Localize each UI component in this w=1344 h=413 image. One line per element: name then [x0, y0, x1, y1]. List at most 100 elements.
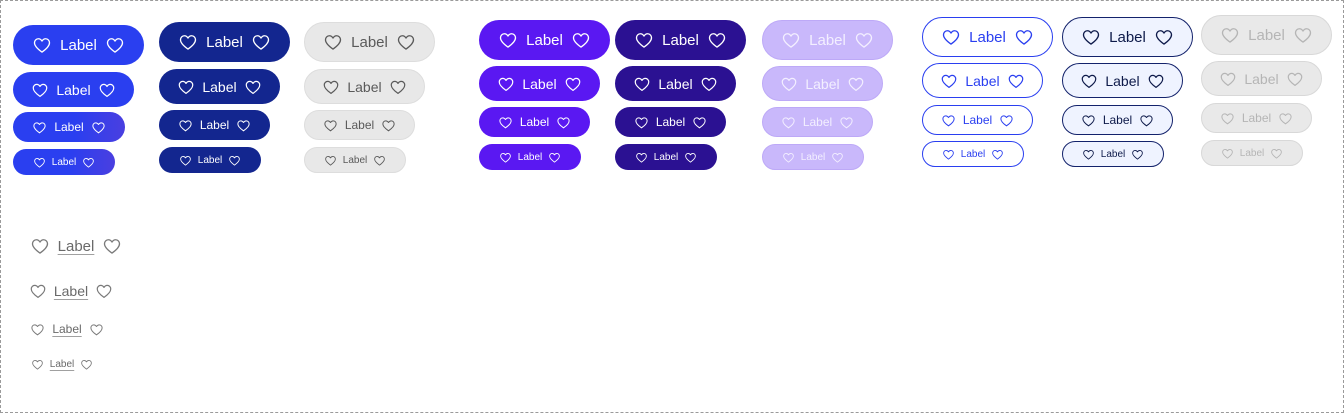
heart-icon — [322, 78, 340, 96]
secondary-grape-button-small[interactable]: Label — [615, 107, 726, 137]
heart-icon — [1221, 147, 1234, 160]
button-label: Label — [526, 31, 563, 49]
button-label: Label — [202, 78, 237, 95]
heart-icon — [32, 120, 47, 135]
heart-icon — [98, 81, 116, 99]
heart-icon — [80, 358, 93, 371]
heart-icon — [95, 282, 113, 300]
button-label: Label — [199, 118, 230, 132]
button-label: Label — [53, 282, 89, 299]
button-label: Label — [662, 31, 699, 49]
heart-icon — [178, 32, 198, 52]
outline-blue-button-medium[interactable]: Label — [922, 63, 1043, 98]
heart-icon — [692, 115, 707, 130]
heart-icon — [31, 358, 44, 371]
primary-blue-button-extra-small[interactable]: Label — [13, 149, 115, 175]
heart-icon — [854, 30, 874, 50]
heart-icon — [707, 30, 727, 50]
heart-icon — [780, 75, 798, 93]
outline-dark-button-large[interactable]: Label — [1062, 17, 1193, 57]
secondary-grape-button-large[interactable]: Label — [615, 20, 746, 60]
button-label: Label — [206, 33, 243, 51]
secondary-violet-button-extra-small[interactable]: Label — [479, 144, 581, 170]
button-variants-canvas: Label Label Label Label Label Label Labe… — [0, 0, 1344, 413]
outline-dark-button-extra-small[interactable]: Label — [1062, 141, 1164, 167]
heart-icon — [1270, 147, 1283, 160]
outline-blue-button-large[interactable]: Label — [922, 17, 1053, 57]
heart-icon — [244, 78, 262, 96]
heart-icon — [999, 113, 1014, 128]
heart-icon — [684, 151, 697, 164]
heart-icon — [633, 75, 651, 93]
heart-icon — [179, 154, 192, 167]
heart-icon — [498, 115, 513, 130]
button-label: Label — [342, 154, 368, 166]
secondary-grape-button-extra-small[interactable]: Label — [615, 144, 717, 170]
heart-icon — [1007, 72, 1025, 90]
heart-icon — [571, 30, 591, 50]
link-button-small[interactable]: Label — [28, 314, 106, 344]
heart-icon — [556, 115, 571, 130]
heart-icon — [1286, 70, 1304, 88]
heart-icon — [1147, 72, 1165, 90]
button-label: Label — [805, 75, 840, 92]
heart-icon — [32, 35, 52, 55]
heart-icon — [91, 120, 106, 135]
button-label: Label — [1109, 28, 1146, 46]
secondary-disabled-button-medium: Label — [762, 66, 883, 101]
primary-navy-button-small[interactable]: Label — [159, 110, 270, 140]
heart-icon — [102, 236, 122, 256]
primary-navy-button-extra-small[interactable]: Label — [159, 147, 261, 173]
button-label: Label — [51, 156, 77, 168]
outline-blue-button-small[interactable]: Label — [922, 105, 1033, 135]
secondary-violet-button-large[interactable]: Label — [479, 20, 610, 60]
primary-blue-button-large[interactable]: Label — [13, 25, 144, 65]
heart-icon — [942, 148, 955, 161]
primary-blue-button-medium[interactable]: Label — [13, 72, 134, 107]
heart-icon — [839, 115, 854, 130]
button-label: Label — [57, 237, 95, 255]
primary-navy-button-medium[interactable]: Label — [159, 69, 280, 104]
link-button-large[interactable]: Label — [28, 226, 124, 266]
button-label: Label — [1248, 26, 1285, 44]
heart-icon — [33, 156, 46, 169]
heart-icon — [1082, 148, 1095, 161]
heart-icon — [236, 118, 251, 133]
heart-icon — [941, 27, 961, 47]
heart-icon — [82, 156, 95, 169]
outline-dark-button-small[interactable]: Label — [1062, 105, 1173, 135]
button-label: Label — [351, 33, 388, 51]
primary-disabled-button-small: Label — [304, 110, 415, 140]
heart-icon — [1278, 111, 1293, 126]
heart-icon — [323, 118, 338, 133]
button-label: Label — [1244, 70, 1279, 87]
primary-navy-button-large[interactable]: Label — [159, 22, 290, 62]
primary-blue-button-small[interactable]: Label — [13, 112, 125, 142]
primary-disabled-button-large: Label — [304, 22, 435, 62]
heart-icon — [178, 118, 193, 133]
heart-icon — [781, 115, 796, 130]
heart-icon — [381, 118, 396, 133]
heart-icon — [564, 75, 582, 93]
heart-icon — [1219, 70, 1237, 88]
link-button-medium[interactable]: Label — [28, 273, 114, 308]
secondary-grape-button-medium[interactable]: Label — [615, 66, 736, 101]
heart-icon — [1220, 25, 1240, 45]
secondary-violet-button-small[interactable]: Label — [479, 107, 590, 137]
link-button-extra-small[interactable]: Label — [28, 351, 96, 377]
outline-dark-button-medium[interactable]: Label — [1062, 63, 1183, 98]
secondary-disabled-button-small: Label — [762, 107, 873, 137]
heart-icon — [635, 151, 648, 164]
outline-blue-button-extra-small[interactable]: Label — [922, 141, 1024, 167]
button-label: Label — [49, 358, 75, 370]
heart-icon — [89, 322, 104, 337]
primary-disabled-button-extra-small: Label — [304, 147, 406, 173]
secondary-disabled-button-extra-small: Label — [762, 144, 864, 170]
button-label: Label — [1241, 111, 1272, 125]
secondary-violet-button-medium[interactable]: Label — [479, 66, 600, 101]
heart-icon — [782, 151, 795, 164]
heart-icon — [30, 322, 45, 337]
heart-icon — [991, 148, 1004, 161]
outline-disabled-button-medium: Label — [1201, 61, 1322, 96]
heart-icon — [634, 115, 649, 130]
